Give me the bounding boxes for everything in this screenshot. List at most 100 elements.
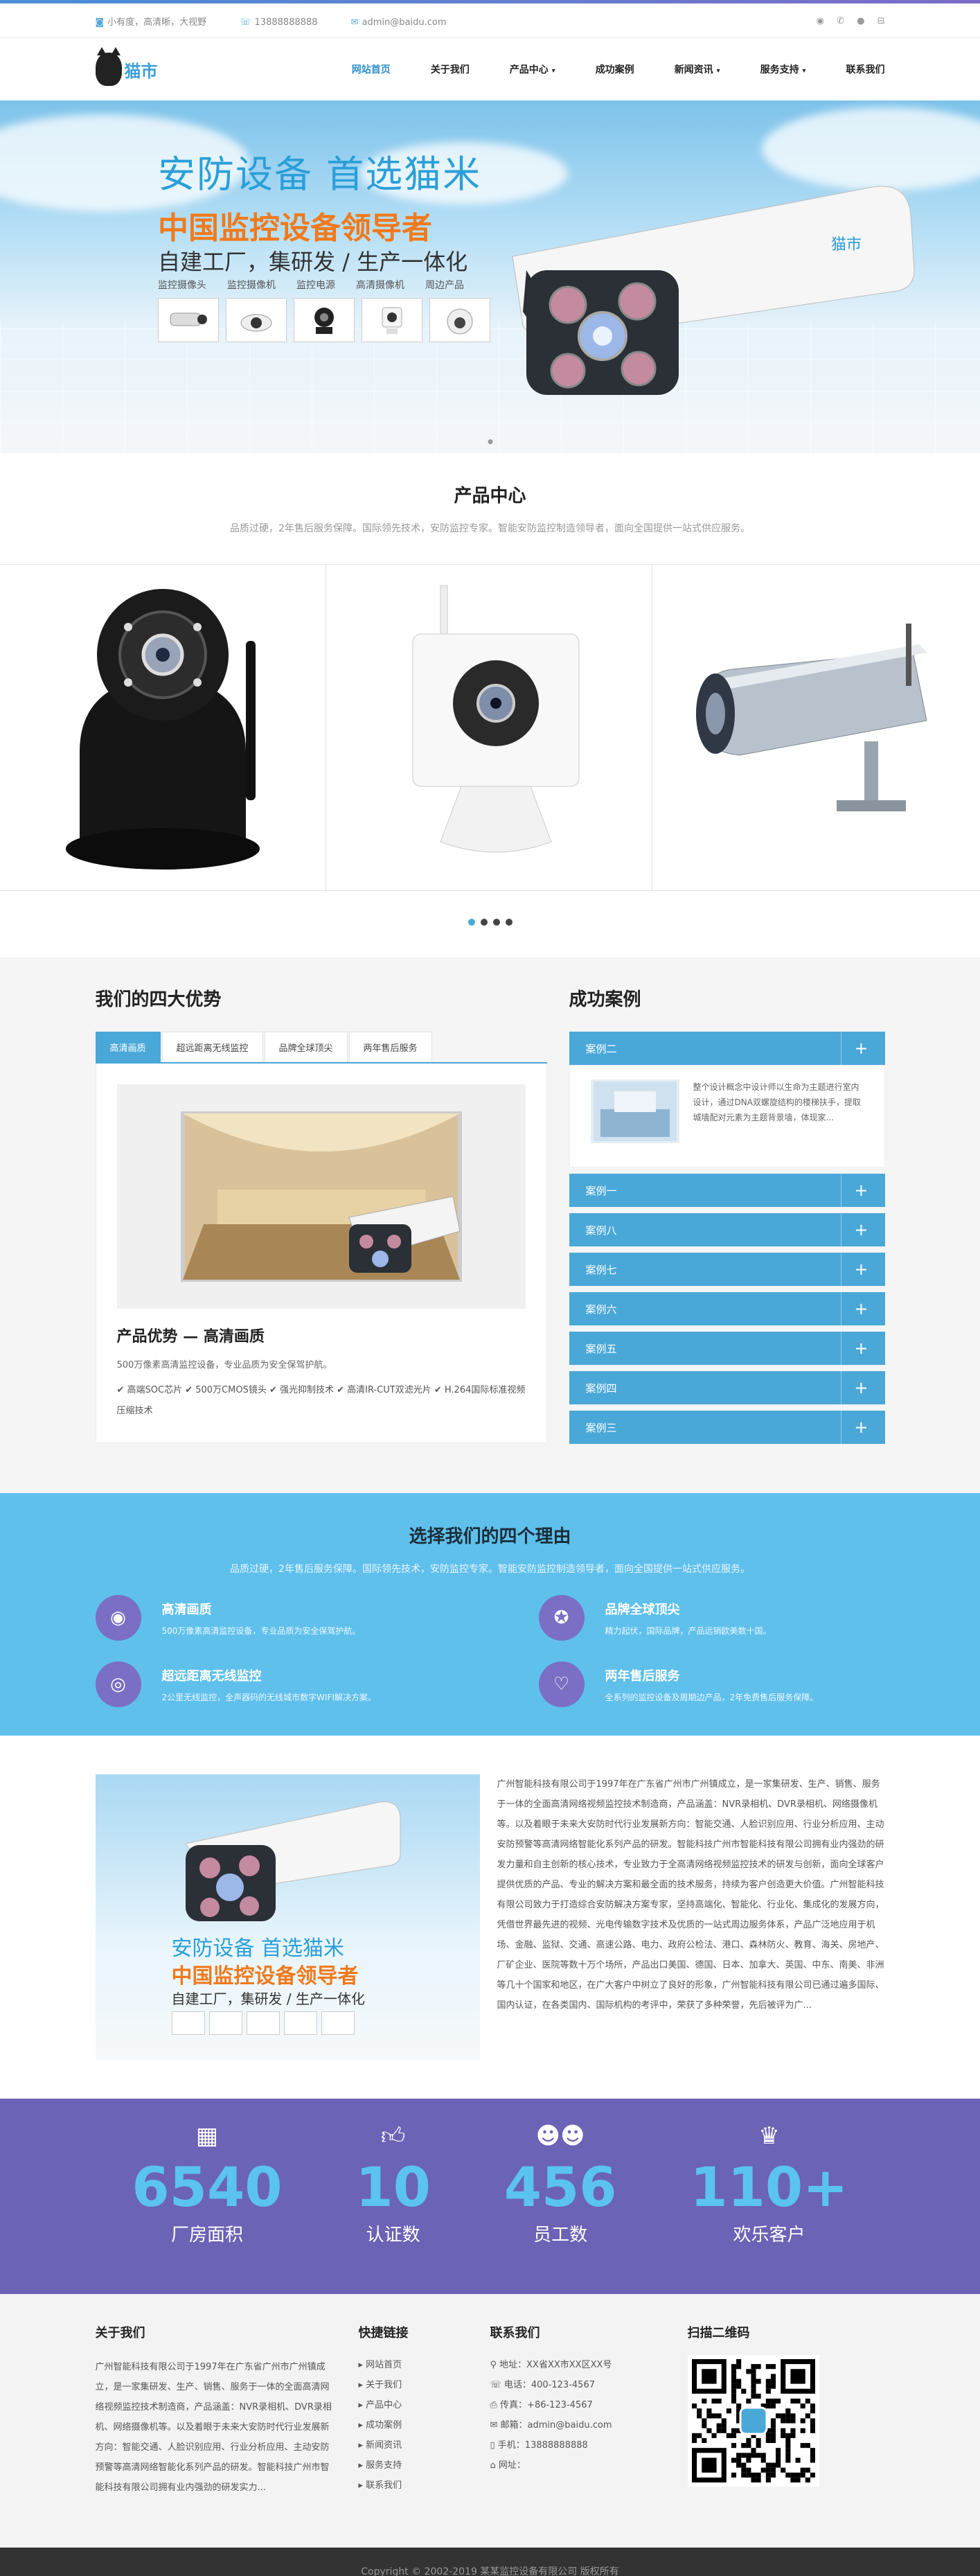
nav-contact[interactable]: 联系我们 [846,62,885,76]
nav-about[interactable]: 关于我们 [431,62,470,76]
building-icon: ▦ [195,2122,219,2150]
tab-wireless[interactable]: 超远距离无线监控 [161,1032,263,1062]
tab-brand[interactable]: 品牌全球顶尖 [264,1032,348,1062]
mail-icon: ✉ [490,2420,501,2431]
logo-text: 猫市 [124,61,158,81]
carousel-dot[interactable] [492,919,500,926]
advantages-and-cases: 我们的四大优势 高清画质 超远距离无线监控 品牌全球顶尖 两年售后服务 产品优势… [0,958,980,1493]
banner-subline: 自建工厂，集研发 / 生产一体化 [158,249,468,275]
footer-link-label[interactable]: 成功案例 [366,2420,402,2431]
logo[interactable]: 猫市 [95,47,158,86]
about-text: 广州智能科技有限公司于1997年在广东省广州市广州镇成立，是一家集研发、生产、销… [497,1779,884,2011]
footer-contact: 联系我们 ⚲ 地址：XX省XX市XX区XX号 ☏ 电话：400-123-4567… [490,2323,688,2498]
reason-desc: 全系列的监控设备及周期边产品，2年免费售后服务保障。 [605,1692,819,1702]
user-icon[interactable]: ● [857,16,864,26]
footer-qr: 扫描二维码 [687,2323,826,2498]
nav-home[interactable]: 网站首页 [352,62,391,76]
carousel-dot[interactable] [505,919,513,926]
stat-item: ☻☻ 456 员工数 [504,2122,617,2246]
contact-text[interactable]: 邮箱：admin@baidu.com [501,2420,612,2431]
carousel-dot[interactable] [467,919,475,926]
plus-icon: + [841,1292,868,1325]
banner-camera-image: 猫市 [512,186,915,395]
product-card[interactable] [652,565,979,890]
nav-news-label: 新闻资讯 [674,64,713,76]
nav-products-label: 产品中心 [509,64,549,76]
footer-link[interactable]: ▸ 联系我们 [359,2476,490,2496]
cart-icon[interactable]: ⊟ [877,16,885,26]
phone-icon: ☏ [240,17,251,28]
stat-label: 认证数 [366,2225,420,2246]
nav-news[interactable]: 新闻资讯 ▾ [675,62,720,76]
case-label: 案例二 [585,1042,617,1055]
carousel-dot[interactable] [480,919,488,926]
top-slogan: 小有度，高清晰，大视野 [107,17,207,28]
reasons-section: 选择我们的四个理由 品质过硬，2年售后服务保障。国际领先技术，安防监控专家。智能… [0,1493,980,1736]
footer-link-label[interactable]: 新闻资讯 [366,2440,402,2451]
footer-link-label[interactable]: 联系我们 [366,2480,402,2491]
footer-link-label[interactable]: 网站首页 [366,2360,402,2370]
reason-title: 超远距离无线监控 [161,1668,262,1684]
cat-logo-icon [95,47,122,86]
footer-link[interactable]: ▸ 产品中心 [359,2395,490,2415]
footer-link[interactable]: ▸ 新闻资讯 [359,2435,490,2455]
stats-section: ▦ 6540 厂房面积 👍︎ 10 认证数 ☻☻ 456 员工数 ♛ 110+ … [0,2099,980,2294]
nav-support[interactable]: 服务支持 ▾ [760,62,806,76]
product-card[interactable] [326,565,652,890]
camera-icon: ◙ [95,17,105,28]
case-header-open[interactable]: 案例二 + [569,1032,885,1065]
thumbs-up-icon: 👍︎ [380,2122,406,2150]
case-header[interactable]: 案例一 + [569,1174,885,1207]
about-image-thumbs [171,2011,355,2035]
case-header[interactable]: 案例四 + [569,1371,885,1404]
tab-hd[interactable]: 高清画质 [95,1032,161,1062]
nav-cases[interactable]: 成功案例 [596,62,634,76]
weibo-icon[interactable]: ◉ [817,16,824,26]
banner-tags: 监控摄像头 监控摄像机 监控电源 高清摄像机 周边产品 [158,278,485,292]
stat-number: 110+ [690,2157,848,2219]
banner-tag: 高清摄像机 [356,280,404,291]
mail-icon: ✉ [350,17,359,28]
cases-panel: 成功案例 案例二 + 整个设计概念中设计师以生命为主题进行室内设计，通过DNA双螺… [569,985,885,1450]
case-header[interactable]: 案例五 + [569,1332,885,1365]
cases-title: 成功案例 [569,989,641,1010]
footer-links-title: 快捷链接 [358,2326,409,2340]
nav-products[interactable]: 产品中心 ▾ [510,62,555,76]
footer-link[interactable]: ▸ 关于我们 [359,2375,490,2395]
case-header[interactable]: 案例七 + [569,1253,885,1286]
stat-number: 6540 [132,2157,283,2219]
banner-dot[interactable] [488,439,492,444]
phone-icon: ☏ [490,2380,504,2390]
plus-icon: + [841,1332,868,1365]
email-item[interactable]: ✉ admin@baidu.com [351,17,462,28]
qr-code-image [691,2359,815,2482]
plus-icon: + [841,1253,868,1286]
advantages-panel: 我们的四大优势 高清画质 超远距离无线监控 品牌全球顶尖 两年售后服务 产品优势… [95,985,547,1450]
contact-text: 手机：13888888888 [497,2440,588,2451]
case-header[interactable]: 案例八 + [569,1213,885,1246]
footer-link[interactable]: ▸ 成功案例 [359,2415,490,2435]
case-image[interactable] [590,1079,679,1143]
contact-address: ⚲ 地址：XX省XX市XX区XX号 [490,2355,688,2375]
product-card[interactable] [0,565,326,890]
case-header[interactable]: 案例三 + [569,1411,885,1444]
trophy-icon: ♛ [758,2122,780,2150]
case-label: 案例八 [585,1224,617,1237]
case-header[interactable]: 案例六 + [569,1292,885,1325]
wechat-icon[interactable]: ✆ [837,16,844,26]
footer-about-title: 关于我们 [95,2326,145,2340]
tab-service[interactable]: 两年售后服务 [348,1032,432,1062]
top-email[interactable]: admin@baidu.com [362,17,447,28]
home-icon: ⌂ [490,2460,499,2471]
footer-link-label[interactable]: 关于我们 [366,2380,402,2390]
banner-tag: 监控摄像头 [158,280,206,291]
footer-link-label[interactable]: 服务支持 [366,2460,402,2471]
footer-link[interactable]: ▸ 服务支持 [359,2455,490,2476]
case-label: 案例四 [585,1382,617,1395]
qr-code [687,2355,819,2487]
cases-accordion: 案例二 + 整个设计概念中设计师以生命为主题进行室内设计，通过DNA双螺旋结构的楼… [569,1032,885,1444]
footer-link[interactable]: ▸ 网站首页 [359,2355,490,2375]
camera-brand-text: 猫市 [831,236,862,254]
banner-tag: 监控电源 [296,280,335,291]
footer-link-label[interactable]: 产品中心 [366,2400,402,2410]
